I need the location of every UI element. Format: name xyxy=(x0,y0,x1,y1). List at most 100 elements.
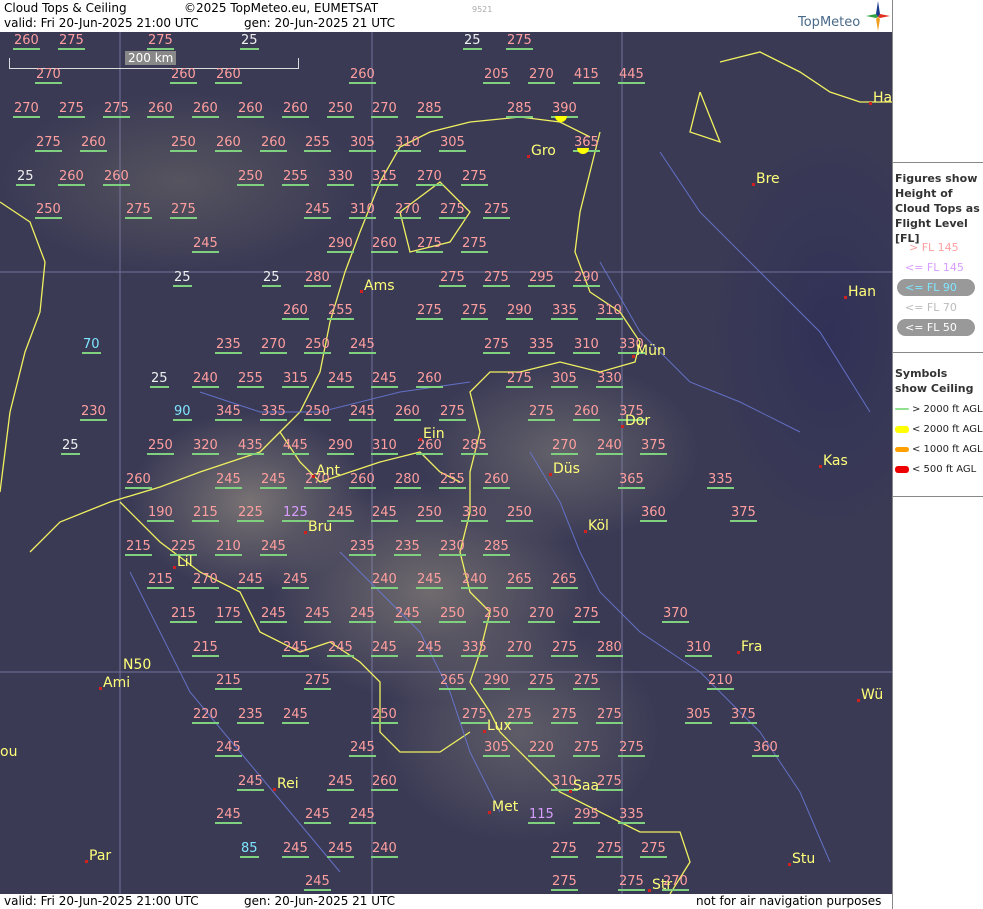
cloud-top-value: 275 xyxy=(596,774,623,791)
city-label: Gro xyxy=(531,143,556,159)
city-label: Ein xyxy=(423,426,445,442)
cloud-top-value: 235 xyxy=(394,539,421,556)
cloud-top-value: 275 xyxy=(304,673,331,690)
cloud-top-value: 275 xyxy=(618,874,645,891)
cloud-top-value: 250 xyxy=(147,438,174,455)
city-label: Lil xyxy=(177,554,193,570)
cloud-top-value: 245 xyxy=(282,841,309,858)
cloud-top-value: 445 xyxy=(618,67,645,84)
cloud-top-value: 215 xyxy=(147,572,174,589)
legend-symbols-heading: Symbols show Ceiling xyxy=(895,367,974,395)
cloud-top-value: 240 xyxy=(371,572,398,589)
city-marker xyxy=(844,296,847,299)
cloud-top-value: 275 xyxy=(573,673,600,690)
city-marker xyxy=(648,889,651,892)
city-label: Kas xyxy=(823,453,848,469)
cloud-top-value: 270 xyxy=(416,169,443,186)
cloud-top-value: 245 xyxy=(327,774,354,791)
cloud-top-value: 25 xyxy=(173,270,192,287)
cloud-top-value: 275 xyxy=(439,202,466,219)
cloud-top-value: 255 xyxy=(304,135,331,152)
city-marker xyxy=(752,183,755,186)
cloud-top-value: 260 xyxy=(147,101,174,118)
cloud-top-value: 245 xyxy=(282,707,309,724)
cloud-top-value: 25 xyxy=(150,371,169,388)
cloud-top-value: 245 xyxy=(260,539,287,556)
cloud-top-value: 260 xyxy=(237,101,264,118)
cloud-top-value: 245 xyxy=(349,404,376,421)
cloud-top-value: 245 xyxy=(371,640,398,657)
cloud-top-value: 215 xyxy=(215,673,242,690)
cloud-top-value: 270 xyxy=(13,101,40,118)
city-marker xyxy=(788,863,791,866)
city-label: Han xyxy=(848,284,876,300)
cloud-top-value: 275 xyxy=(170,202,197,219)
legend-fl-item: <= FL 70 xyxy=(905,301,957,314)
footer-valid-time: valid: Fri 20-Jun-2025 21:00 UTC xyxy=(4,894,199,908)
cloud-top-value: 345 xyxy=(215,404,242,421)
cloud-top-value: 275 xyxy=(528,673,555,690)
cloud-top-value: 275 xyxy=(483,202,510,219)
cloud-top-value: 290 xyxy=(327,438,354,455)
city-marker xyxy=(85,860,88,863)
legend-figures-heading: Figures show Height of Cloud Tops as Fli… xyxy=(895,172,980,245)
satellite-map[interactable]: 200 km 260 275 275 25 25 275 270 260 260 260 205 27… xyxy=(0,32,892,894)
cloud-top-value: 260 xyxy=(125,472,152,489)
city-marker xyxy=(869,102,872,105)
city-label: Ha xyxy=(873,90,893,106)
city-label: Lux xyxy=(487,718,512,734)
lat-lon-grid xyxy=(0,32,892,894)
city-marker xyxy=(584,530,587,533)
cloud-top-value: 275 xyxy=(147,33,174,50)
cloud-top-value: 115 xyxy=(528,807,555,824)
cloud-top-value: 335 xyxy=(461,640,488,657)
cloud-top-value: 330 xyxy=(461,505,488,522)
city-marker xyxy=(99,687,102,690)
cloud-top-value: 275 xyxy=(596,841,623,858)
cloud-top-value: 260 xyxy=(349,67,376,84)
cloud-top-value: 275 xyxy=(483,270,510,287)
cloud-top-value: 275 xyxy=(35,135,62,152)
legend-fl-item: <= FL 90 xyxy=(905,281,957,294)
cloud-top-value: 270 xyxy=(192,572,219,589)
cloud-top-value: 335 xyxy=(618,807,645,824)
cloud-top-value: 225 xyxy=(237,505,264,522)
city-label: ou xyxy=(0,744,18,760)
city-label: Düs xyxy=(553,461,580,477)
cloud-top-value: 275 xyxy=(551,707,578,724)
cloud-top-value: 275 xyxy=(461,169,488,186)
cloud-top-value: 25 xyxy=(61,438,80,455)
cloud-top-value: 210 xyxy=(707,673,734,690)
cloud-top-value: 415 xyxy=(573,67,600,84)
cloud-top-value: 245 xyxy=(349,337,376,354)
city-marker xyxy=(527,155,530,158)
cloud-top-value: 240 xyxy=(371,841,398,858)
cloud-top-value: 305 xyxy=(483,740,510,757)
cloud-top-value: 280 xyxy=(596,640,623,657)
cloud-top-value: 245 xyxy=(260,472,287,489)
cloud-top-value: 265 xyxy=(506,572,533,589)
legend-symbol-item: < 2000 ft AGL xyxy=(895,424,983,435)
city-label: Ant xyxy=(316,463,340,479)
cloud-top-value: 250 xyxy=(304,404,331,421)
footer-bar: valid: Fri 20-Jun-2025 21:00 UTC gen: 20… xyxy=(0,894,892,909)
cloud-top-value: 260 xyxy=(192,101,219,118)
cloud-top-value: 250 xyxy=(304,337,331,354)
cloud-top-value: 275 xyxy=(483,337,510,354)
city-label: Dor xyxy=(625,413,651,429)
cloud-top-value: 245 xyxy=(215,472,242,489)
cloud-top-value: 260 xyxy=(282,101,309,118)
cloud-top-value: 275 xyxy=(58,101,85,118)
cloud-top-value: 245 xyxy=(304,874,331,891)
cloud-top-value: 365 xyxy=(573,135,600,152)
cloud-top-value: 230 xyxy=(439,539,466,556)
city-marker xyxy=(360,290,363,293)
cloud-top-value: 305 xyxy=(685,707,712,724)
copyright-text: ©2025 TopMeteo.eu, EUMETSAT xyxy=(184,1,379,15)
cloud-top-value: 320 xyxy=(192,438,219,455)
cloud-top-value: 260 xyxy=(371,774,398,791)
cloud-top-value: 255 xyxy=(439,472,466,489)
city-label: Köl xyxy=(588,518,609,534)
cloud-top-value: 245 xyxy=(304,807,331,824)
legend-symbol-item: > 2000 ft AGL xyxy=(895,404,983,415)
